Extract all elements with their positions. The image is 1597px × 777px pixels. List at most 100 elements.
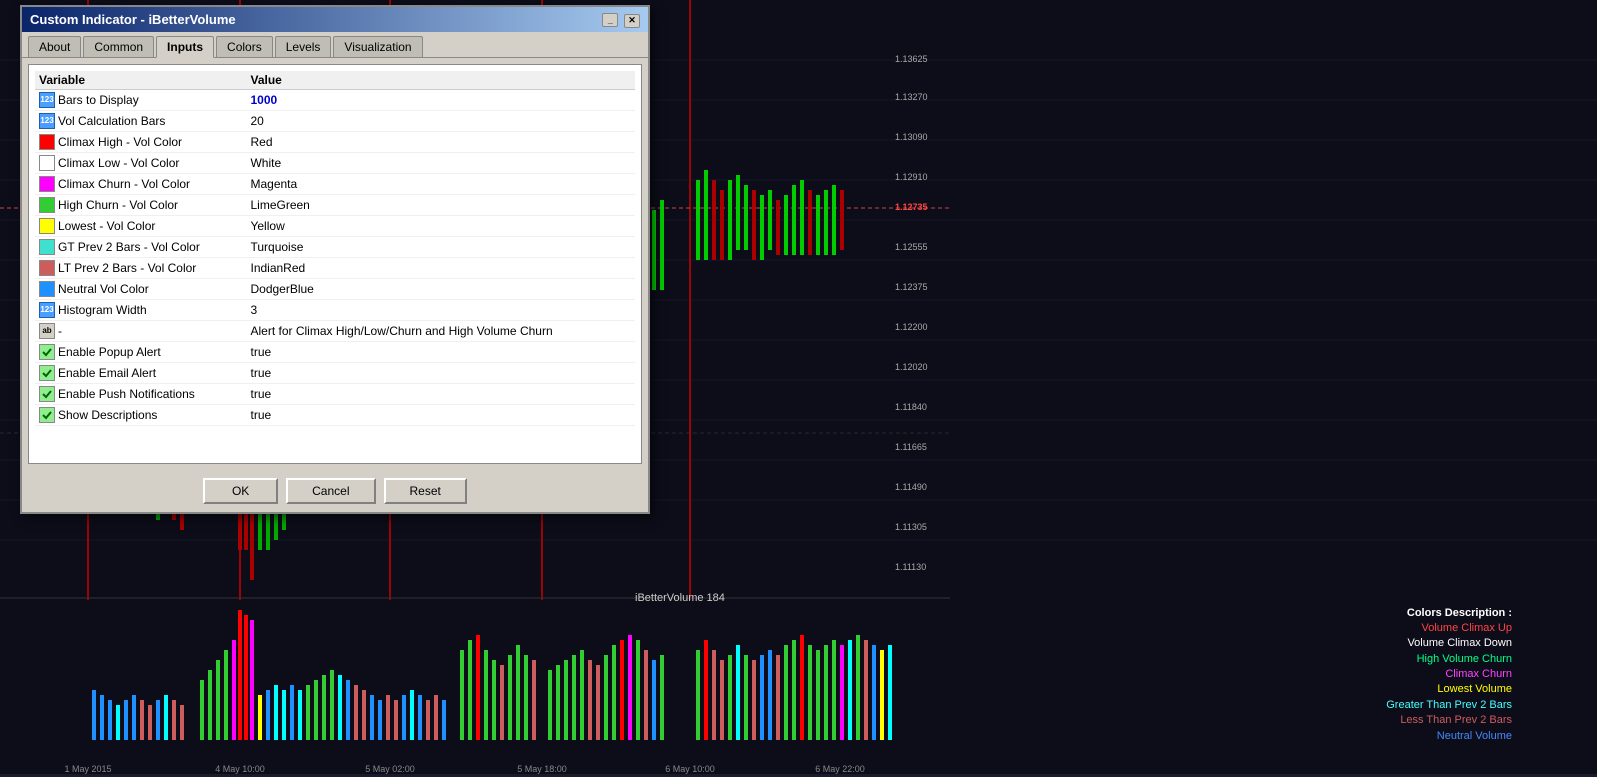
tab-visualization[interactable]: Visualization	[333, 36, 422, 57]
param-value-cell: DodgerBlue	[246, 279, 635, 300]
color-icon	[39, 134, 55, 150]
color-icon	[39, 176, 55, 192]
ok-button[interactable]: OK	[203, 478, 278, 504]
tab-common[interactable]: Common	[83, 36, 154, 57]
param-variable-cell: Lowest - Vol Color	[35, 216, 246, 237]
int-icon: 123	[39, 113, 55, 129]
param-variable-cell: Enable Popup Alert	[35, 342, 246, 363]
tab-about[interactable]: About	[28, 36, 81, 57]
param-value-cell: 20	[246, 111, 635, 132]
bool-icon	[39, 344, 55, 360]
param-label: Climax Low - Vol Color	[58, 156, 179, 170]
params-table: Variable Value 123Bars to Display1000123…	[35, 71, 635, 427]
table-row: Enable Push Notifications true	[35, 384, 635, 405]
table-row: Climax Low - Vol Color White	[35, 153, 635, 174]
col-value: Value	[246, 71, 635, 90]
tab-inputs[interactable]: Inputs	[156, 36, 214, 58]
modal-overlay: Custom Indicator - iBetterVolume _ ✕ Abo…	[0, 0, 1597, 774]
bool-icon	[39, 386, 55, 402]
param-variable-cell: Enable Email Alert	[35, 363, 246, 384]
param-value-cell: LimeGreen	[246, 195, 635, 216]
dialog-content[interactable]: Variable Value 123Bars to Display1000123…	[28, 64, 642, 464]
param-variable-cell: 123Histogram Width	[35, 300, 246, 321]
color-icon	[39, 260, 55, 276]
table-row: ab-Alert for Climax High/Low/Churn and H…	[35, 321, 635, 342]
bool-icon	[39, 407, 55, 423]
param-value-cell: IndianRed	[246, 258, 635, 279]
reset-button[interactable]: Reset	[384, 478, 467, 504]
param-value-cell: true	[246, 384, 635, 405]
table-row: Climax Churn - Vol Color Magenta	[35, 174, 635, 195]
param-label: Neutral Vol Color	[58, 282, 149, 296]
param-variable-cell: 123Bars to Display	[35, 90, 246, 111]
param-label: Enable Popup Alert	[58, 345, 161, 359]
dialog: Custom Indicator - iBetterVolume _ ✕ Abo…	[20, 5, 650, 514]
param-variable-cell: Enable Push Notifications	[35, 384, 246, 405]
param-variable-cell: LT Prev 2 Bars - Vol Color	[35, 258, 246, 279]
int-icon: 123	[39, 92, 55, 108]
param-value-cell: White	[246, 153, 635, 174]
dialog-titlebar: Custom Indicator - iBetterVolume _ ✕	[22, 7, 648, 32]
param-label: -	[58, 324, 62, 338]
param-label: Bars to Display	[58, 93, 139, 107]
param-label: Climax Churn - Vol Color	[58, 177, 190, 191]
param-label: Vol Calculation Bars	[58, 114, 165, 128]
param-value-cell: Alert for Climax High/Low/Churn and High…	[246, 321, 635, 342]
color-icon	[39, 239, 55, 255]
param-label: Show Descriptions	[58, 408, 157, 422]
param-label: GT Prev 2 Bars - Vol Color	[58, 240, 200, 254]
param-label: Enable Push Notifications	[58, 387, 195, 401]
param-variable-cell: Climax High - Vol Color	[35, 132, 246, 153]
color-icon	[39, 281, 55, 297]
param-label: Enable Email Alert	[58, 366, 156, 380]
param-variable-cell: High Churn - Vol Color	[35, 195, 246, 216]
table-row: 123Vol Calculation Bars20	[35, 111, 635, 132]
table-row: Lowest - Vol Color Yellow	[35, 216, 635, 237]
dialog-title: Custom Indicator - iBetterVolume	[30, 12, 236, 27]
param-value-cell: true	[246, 363, 635, 384]
param-value-cell: 1000	[246, 89, 635, 111]
table-row: Show Descriptions true	[35, 405, 635, 426]
param-variable-cell: GT Prev 2 Bars - Vol Color	[35, 237, 246, 258]
tab-levels[interactable]: Levels	[275, 36, 332, 57]
param-value-cell: true	[246, 405, 635, 426]
dialog-controls: _ ✕	[600, 11, 640, 28]
param-label: High Churn - Vol Color	[58, 198, 178, 212]
param-label: LT Prev 2 Bars - Vol Color	[58, 261, 196, 275]
param-variable-cell: Show Descriptions	[35, 405, 246, 426]
param-value-cell: Turquoise	[246, 237, 635, 258]
ab-icon: ab	[39, 323, 55, 339]
cancel-button[interactable]: Cancel	[286, 478, 375, 504]
param-value-cell: 3	[246, 300, 635, 321]
tabs-bar: About Common Inputs Colors Levels Visual…	[22, 32, 648, 58]
table-row: Climax High - Vol Color Red	[35, 132, 635, 153]
table-row: 123Histogram Width3	[35, 300, 635, 321]
tab-colors[interactable]: Colors	[216, 36, 273, 57]
param-value-cell: Red	[246, 132, 635, 153]
table-row: GT Prev 2 Bars - Vol Color Turquoise	[35, 237, 635, 258]
color-icon	[39, 197, 55, 213]
param-variable-cell: ab-	[35, 321, 246, 342]
table-row: Neutral Vol Color DodgerBlue	[35, 279, 635, 300]
dialog-buttons: OK Cancel Reset	[22, 470, 648, 512]
col-variable: Variable	[35, 71, 246, 90]
param-variable-cell: Climax Low - Vol Color	[35, 153, 246, 174]
param-label: Climax High - Vol Color	[58, 135, 182, 149]
bool-icon	[39, 365, 55, 381]
param-variable-cell: 123Vol Calculation Bars	[35, 111, 246, 132]
table-row: LT Prev 2 Bars - Vol Color IndianRed	[35, 258, 635, 279]
minimize-button[interactable]: _	[602, 13, 618, 27]
param-variable-cell: Neutral Vol Color	[35, 279, 246, 300]
close-button[interactable]: ✕	[624, 14, 640, 28]
param-value-cell: Magenta	[246, 174, 635, 195]
table-row: High Churn - Vol Color LimeGreen	[35, 195, 635, 216]
param-label: Lowest - Vol Color	[58, 219, 155, 233]
table-row: Enable Popup Alert true	[35, 342, 635, 363]
color-icon	[39, 218, 55, 234]
param-value-cell: Yellow	[246, 216, 635, 237]
color-icon	[39, 155, 55, 171]
param-value-cell: true	[246, 342, 635, 363]
param-variable-cell: Climax Churn - Vol Color	[35, 174, 246, 195]
param-label: Histogram Width	[58, 303, 147, 317]
table-row: Enable Email Alert true	[35, 363, 635, 384]
